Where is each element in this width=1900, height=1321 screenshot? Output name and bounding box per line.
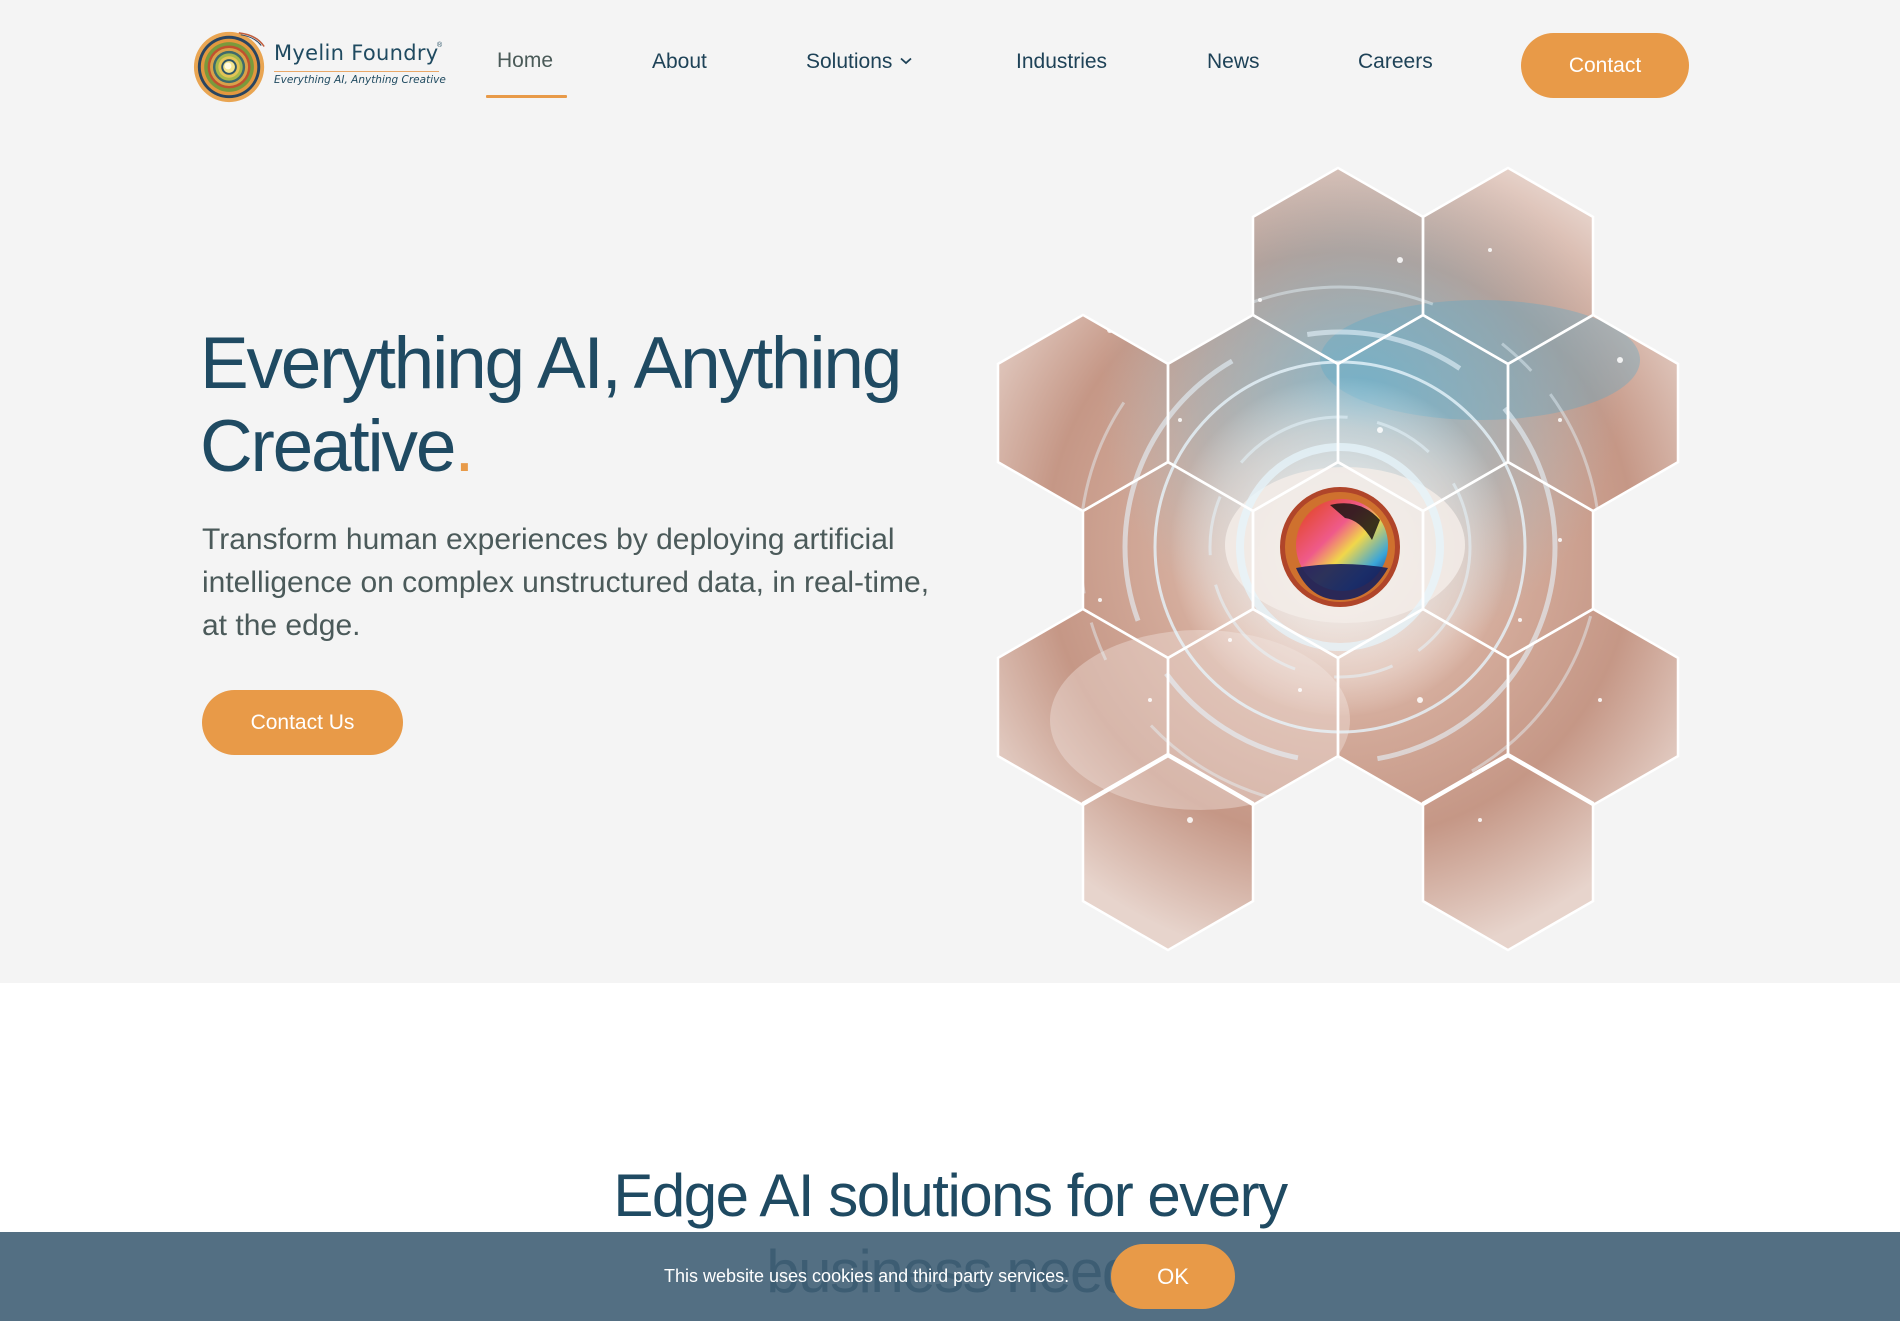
nav-industries[interactable]: Industries: [1016, 50, 1107, 74]
spiral-logo-icon: [193, 31, 265, 103]
sparkle-dot: [1298, 688, 1302, 692]
sparkle-dot: [1397, 257, 1403, 263]
sparkle-dot: [1598, 698, 1602, 702]
hero-title-line-1: Everything AI, Anything: [200, 323, 902, 404]
sparkle-dot: [1228, 638, 1232, 642]
nav-active-indicator: [486, 95, 567, 98]
hero-subtitle: Transform human experiences by deploying…: [202, 523, 930, 642]
cookie-banner: This website uses cookies and third part…: [0, 1232, 1900, 1321]
brand-name: Myelin Foundry: [274, 41, 439, 65]
hero-section: Myelin Foundry ® Everything AI, Anything…: [0, 0, 1900, 983]
sparkle-dot: [1558, 418, 1562, 422]
registered-mark: ®: [437, 42, 443, 49]
hero-hexagon-eye-image: [996, 166, 1680, 952]
contact-us-button[interactable]: Contact Us: [202, 690, 403, 755]
nav-solutions[interactable]: Solutions: [806, 50, 912, 74]
sparkle-dot: [1377, 427, 1383, 433]
brand-tagline: Everything AI, Anything Creative: [274, 74, 446, 86]
cookie-message: This website uses cookies and third part…: [664, 1266, 1070, 1286]
nav-news[interactable]: News: [1207, 50, 1260, 74]
nav-home[interactable]: Home: [497, 49, 553, 73]
sparkle-dot: [1148, 698, 1152, 702]
sparkle-dot: [1187, 817, 1193, 823]
sparkle-dot: [1488, 248, 1492, 252]
chevron-down-icon: [900, 57, 912, 65]
nav-solutions-label: Solutions: [806, 50, 893, 73]
sparkle-dot: [1178, 418, 1182, 422]
sparkle-dot: [1558, 538, 1562, 542]
nav-about[interactable]: About: [652, 50, 707, 74]
sparkle-dot: [1617, 357, 1623, 363]
hero-title-line-2: Creative: [200, 406, 456, 487]
sparkle-dot: [1417, 697, 1423, 703]
sparkle-dot: [1478, 818, 1482, 822]
sparkle-dot: [1098, 598, 1102, 602]
sparkle-dot: [1518, 618, 1522, 622]
sparkle-dot: [1258, 298, 1262, 302]
logo-divider: [274, 71, 439, 72]
contact-button[interactable]: Contact: [1521, 33, 1689, 98]
cookie-ok-button[interactable]: OK: [1111, 1244, 1235, 1309]
solutions-title-line-1: Edge AI solutions for every: [613, 1162, 1288, 1229]
site-logo[interactable]: Myelin Foundry ® Everything AI, Anything…: [192, 27, 452, 107]
hero-title-dot: .: [454, 406, 474, 487]
nav-careers[interactable]: Careers: [1358, 50, 1433, 74]
hero-title: Everything AI, Anything Creative.: [200, 322, 1000, 488]
